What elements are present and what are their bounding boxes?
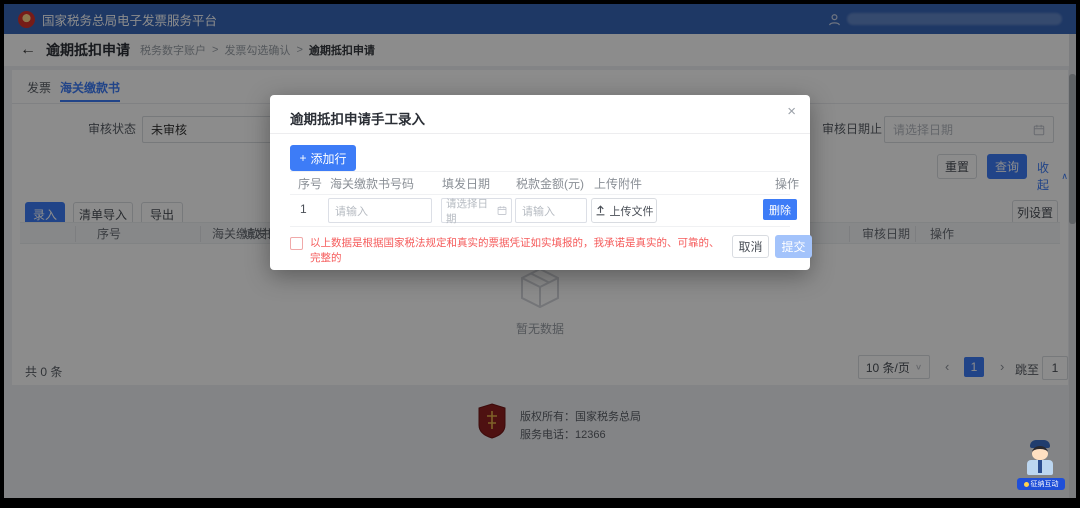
- plus-icon: +: [299, 151, 306, 165]
- tax-amount-input[interactable]: 请输入: [515, 198, 587, 223]
- mth-operation: 操作: [775, 175, 799, 192]
- mth-index: 序号: [298, 175, 322, 192]
- app-window: 国家税务总局电子发票服务平台 ← 逾期抵扣申请 税务数字账户 > 发票勾选确认 …: [4, 4, 1076, 498]
- mascot-tie: [1038, 460, 1042, 473]
- delete-row-button[interactable]: 删除: [763, 199, 797, 220]
- customs-number-placeholder: 请输入: [335, 203, 368, 219]
- upload-label: 上传文件: [610, 203, 654, 219]
- submit-button[interactable]: 提交: [775, 235, 812, 258]
- agreement-checkbox[interactable]: [290, 237, 303, 250]
- issue-date-input[interactable]: 请选择日期: [441, 198, 512, 223]
- modal-table-top-border: [290, 171, 790, 172]
- issue-date-placeholder: 请选择日期: [446, 196, 494, 226]
- modal-title: 逾期抵扣申请手工录入: [290, 108, 425, 128]
- tax-amount-placeholder: 请输入: [522, 203, 555, 219]
- assistant-mascot[interactable]: 征纳互动: [1015, 440, 1067, 496]
- calendar-icon: [497, 205, 507, 216]
- add-row-button[interactable]: + 添加行: [290, 145, 356, 171]
- cancel-button[interactable]: 取消: [732, 235, 769, 258]
- manual-entry-modal: 逾期抵扣申请手工录入 × + 添加行 序号 海关缴款书号码 填发日期 税款金额(…: [270, 95, 810, 270]
- mascot-label[interactable]: 征纳互动: [1017, 478, 1065, 490]
- upload-file-button[interactable]: 上传文件: [591, 198, 657, 223]
- row-index: 1: [300, 202, 307, 216]
- add-row-label: 添加行: [311, 150, 347, 167]
- mascot-label-text: 征纳互动: [1031, 479, 1059, 489]
- close-icon[interactable]: ×: [787, 103, 796, 120]
- mth-tax-amount: 税款金额(元): [516, 175, 584, 192]
- agreement-text: 以上数据是根据国家税法规定和真实的票据凭证如实填报的，我承诺是真实的、可靠的、完…: [310, 236, 720, 265]
- upload-icon: [595, 205, 606, 216]
- modal-row-border: [290, 226, 790, 227]
- mascot-badge-icon: [1024, 482, 1029, 487]
- agreement-row: 以上数据是根据国家税法规定和真实的票据凭证如实填报的，我承诺是真实的、可靠的、完…: [290, 236, 720, 265]
- mascot-face: [1032, 446, 1048, 460]
- customs-number-input[interactable]: 请输入: [328, 198, 432, 223]
- modal-divider: [270, 133, 810, 134]
- mth-customs-number: 海关缴款书号码: [330, 175, 414, 192]
- modal-table-header-border: [290, 194, 790, 195]
- mth-attachment: 上传附件: [594, 175, 642, 192]
- mth-issue-date: 填发日期: [442, 175, 490, 192]
